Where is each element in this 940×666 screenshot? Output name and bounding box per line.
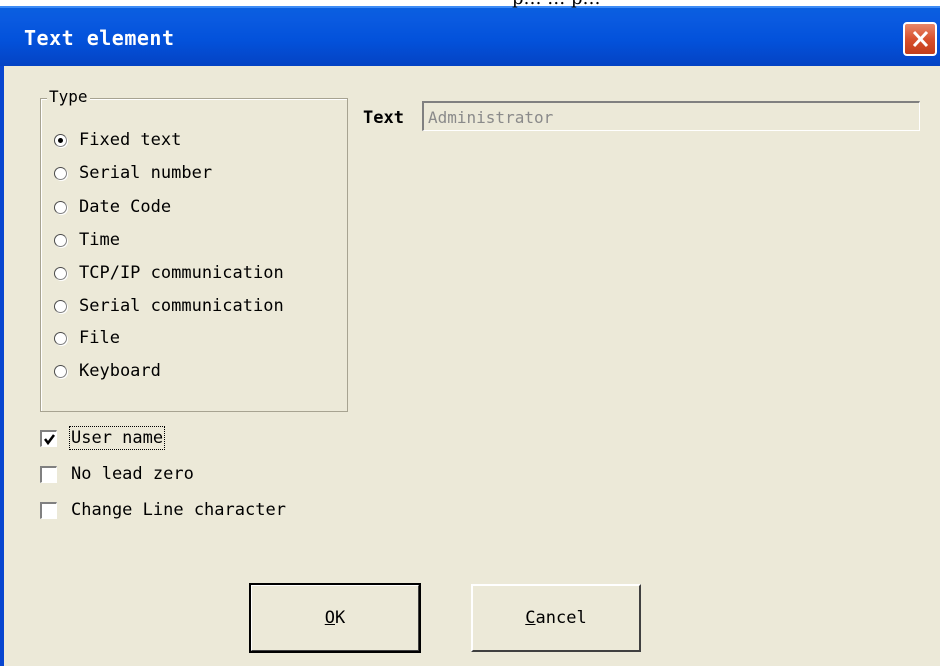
ok-button[interactable]: OK [249,583,421,653]
radio-indicator[interactable] [54,200,67,214]
ok-label-rest: K [335,608,346,628]
close-icon [912,30,929,48]
radio-label: Keyboard [79,361,161,381]
radio-indicator[interactable] [54,133,67,147]
radio-keyboard[interactable]: Keyboard [54,359,161,383]
radio-label: TCP/IP communication [79,263,284,283]
radio-label: Serial number [79,163,213,183]
radio-fixed-text[interactable]: Fixed text [54,128,181,152]
checkmark-icon [44,433,55,445]
radio-indicator[interactable] [54,266,67,280]
dialog-body: Type Fixed text Serial number Date Code … [0,66,940,666]
radio-indicator[interactable] [54,331,67,345]
checkbox-user-name[interactable]: User name [40,426,166,450]
snippet-text: p… … p… [512,0,601,9]
radio-serial-number[interactable]: Serial number [54,161,212,185]
checkbox-indicator[interactable] [40,465,57,483]
cancel-mnemonic: C [525,608,536,628]
checkbox-indicator[interactable] [40,501,57,519]
checkbox-indicator[interactable] [40,429,57,447]
checkbox-label: Change Line character [71,500,286,520]
checkbox-no-lead-zero[interactable]: No lead zero [40,462,194,486]
ok-mnemonic: O [324,608,335,628]
radio-label: Serial communication [79,296,284,316]
radio-file[interactable]: File [54,326,120,350]
checkbox-label: User name [68,426,166,450]
radio-indicator[interactable] [54,299,67,313]
cancel-button[interactable]: Cancel [471,584,641,652]
radio-indicator[interactable] [54,166,67,180]
window-title: Text element [24,26,175,50]
radio-label: File [79,328,120,348]
type-group-label: Type [47,87,90,106]
close-button[interactable] [903,22,937,56]
checkbox-change-line-character[interactable]: Change Line character [40,498,286,522]
radio-indicator[interactable] [54,233,67,247]
radio-tcp-ip-communication[interactable]: TCP/IP communication [54,261,284,285]
checkbox-label: No lead zero [71,464,194,484]
text-input[interactable]: Administrator [422,101,920,131]
text-field-label: Text [363,108,404,128]
title-bar: Text element [0,6,940,66]
radio-time[interactable]: Time [54,228,120,252]
radio-serial-communication[interactable]: Serial communication [54,294,284,318]
cancel-label-rest: ancel [535,608,587,628]
radio-label: Date Code [79,197,172,217]
radio-label: Time [79,230,120,250]
radio-indicator[interactable] [54,364,67,378]
radio-label: Fixed text [79,130,182,150]
radio-date-code[interactable]: Date Code [54,195,171,219]
